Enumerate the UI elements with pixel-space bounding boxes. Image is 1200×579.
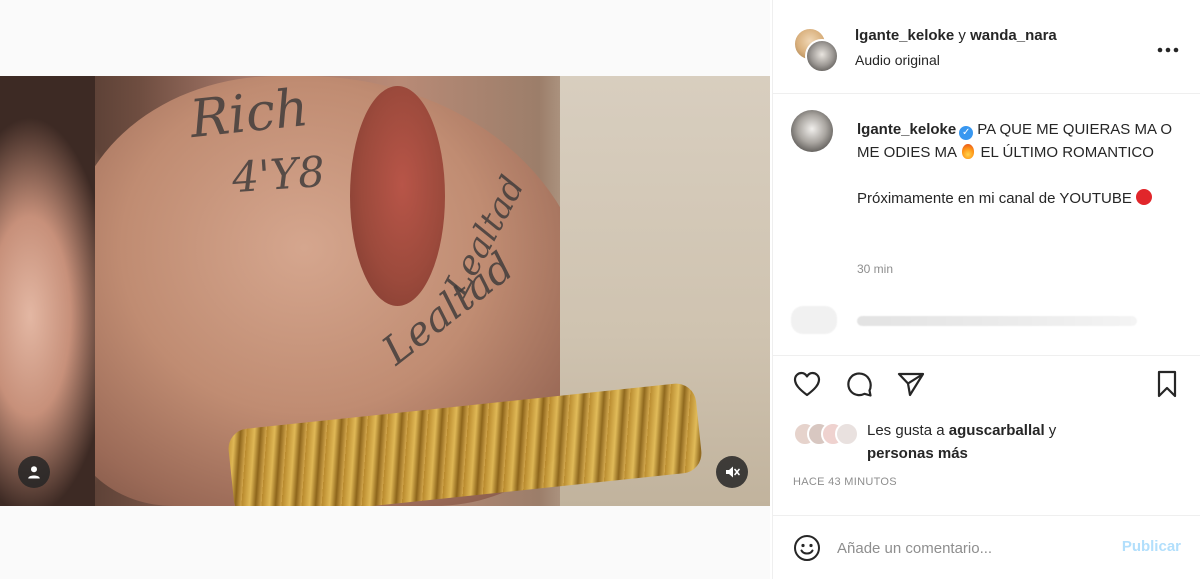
likes-text: Les gusta a aguscarballal y personas más [867,419,1187,465]
likes-others-link[interactable]: personas más [867,445,968,462]
avatar[interactable] [791,110,833,152]
verified-badge-icon: ✓ [959,126,974,140]
caption-line-1-end: EL ÚLTIMO ROMANTICO [980,144,1154,161]
paper-plane-icon [897,372,925,397]
emoji-button[interactable] [791,532,823,564]
face-tattoo-text: Rich [187,77,312,151]
post-video[interactable]: Rich 4'Y8 Lealtad Lealtad [0,76,770,506]
like-button[interactable] [791,368,823,400]
post-header: lgante_keloke y wanda_nara Audio origina… [773,0,1200,94]
user-tag-button[interactable] [18,456,50,488]
comment-composer: Publicar [773,515,1200,579]
caption-username[interactable]: lgante_keloke [857,121,956,138]
post-actions [773,355,1200,412]
comment-input[interactable] [837,534,1097,562]
post-authors: lgante_keloke y wanda_nara [855,27,1057,44]
liker-avatars [793,422,859,446]
comment-bubble-icon [847,372,872,397]
faded-comment-preview [787,306,1187,336]
fire-emoji-icon [962,144,975,159]
smiley-icon [794,535,820,561]
media-pane: Rich 4'Y8 Lealtad Lealtad [0,0,770,579]
comment-button[interactable] [843,368,875,400]
publish-button[interactable]: Publicar [1122,538,1181,555]
face-tattoo-text: 4'Y8 [230,146,327,203]
post-side-panel: lgante_keloke y wanda_nara Audio origina… [772,0,1200,579]
instagram-post-page: Rich 4'Y8 Lealtad Lealtad lgante_keloke … [0,0,1200,579]
authors-conjunction: y [954,27,971,44]
faded-comment-text [857,316,1137,326]
collab-avatars[interactable] [793,27,839,73]
avatar [791,306,837,334]
author-link[interactable]: lgante_keloke [855,27,954,44]
mute-button[interactable] [716,456,748,488]
more-options-button[interactable] [1157,35,1179,57]
more-horizontal-icon [1157,47,1179,53]
user-tag-icon [28,466,40,479]
liker-username[interactable]: aguscarballal [949,422,1045,439]
video-frame-second-subject [0,76,95,506]
post-caption: lgante_keloke ✓ PA QUE ME QUIERAS MA O ME … [773,94,1200,354]
author-link[interactable]: wanda_nara [970,27,1057,44]
caption-timestamp: 30 min [857,262,894,276]
avatar [805,39,839,73]
speaker-muted-icon [726,466,740,478]
avatar [835,422,859,446]
likes-conjunction: y [1044,422,1057,439]
red-circle-emoji-icon [1135,189,1152,205]
audio-label[interactable]: Audio original [855,52,940,68]
heart-icon [793,371,821,397]
caption-text: lgante_keloke ✓ PA QUE ME QUIERAS MA O ME … [857,118,1177,210]
video-frame-ear [350,86,445,306]
share-button[interactable] [895,368,927,400]
likes-summary: Les gusta a aguscarballal y personas más [773,412,1200,468]
save-button[interactable] [1151,368,1183,400]
likes-prefix: Les gusta a [867,422,949,439]
bookmark-icon [1157,370,1177,398]
caption-line-2: Próximamente en mi canal de YOUTUBE [857,190,1132,207]
post-age: HACE 43 MINUTOS [793,476,897,488]
